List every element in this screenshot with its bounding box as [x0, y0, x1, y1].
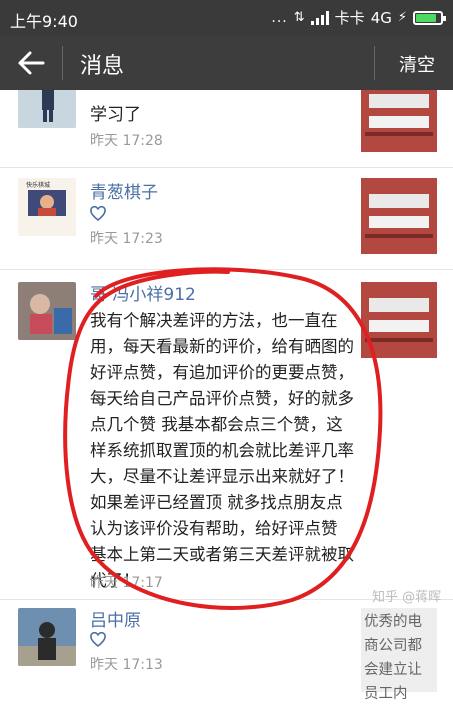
post-thumbnail[interactable]: [361, 178, 437, 254]
message-text: 学习了: [90, 105, 141, 125]
avatar-caption: 快乐棋城: [26, 182, 51, 189]
arrow-left-icon[interactable]: [16, 49, 46, 77]
list-item[interactable]: 学习了 昨天 17:28: [0, 90, 453, 168]
sender-name[interactable]: 哥 冯小祥912: [90, 280, 196, 305]
page-title: 消息: [80, 54, 125, 79]
post-thumbnail[interactable]: [361, 282, 437, 358]
sender-name[interactable]: 吕中原: [90, 606, 141, 631]
status-bar: 上午9:40 ... ⇅ 卡卡 4G ⚡: [0, 0, 453, 36]
avatar[interactable]: [18, 282, 76, 340]
post-thumbnail[interactable]: [361, 90, 437, 152]
app-bar-divider-right: [374, 46, 375, 80]
status-time: 上午9:40: [10, 12, 78, 31]
avatar[interactable]: [18, 90, 76, 128]
charging-icon: ⚡: [397, 10, 407, 25]
heart-icon: [90, 206, 106, 221]
list-item[interactable]: 快乐棋城 青葱棋子 昨天 17:23: [0, 168, 453, 270]
sender-name[interactable]: 青葱棋子: [90, 178, 158, 203]
message-time: 昨天 17:28: [90, 133, 163, 149]
post-thumbnail-text[interactable]: 优秀的电商公司都会建立让员工内: [361, 608, 437, 702]
heart-icon: [90, 632, 106, 647]
sender-name-prefix: 哥: [90, 285, 107, 305]
data-arrows-icon: ⇅: [293, 10, 305, 25]
message-list[interactable]: 学习了 昨天 17:28 快乐棋城 青葱棋子 昨天 17:23 哥 冯小祥912…: [0, 90, 453, 704]
notification-dots: ...: [271, 9, 288, 26]
watermark: 知乎 @蒋晖: [372, 590, 442, 605]
message-time: 昨天 17:23: [90, 231, 163, 247]
message-time: 昨天 17:17: [90, 575, 163, 591]
network-type: 4G: [370, 8, 392, 27]
comment-body: 我有个解决差评的方法，也一直在用，每天看最新的评价，给有晒图的好评点赞，有追加评…: [90, 311, 354, 590]
avatar[interactable]: [18, 608, 76, 666]
battery-icon: [413, 10, 446, 25]
signal-icon: [310, 10, 329, 25]
message-time: 昨天 17:13: [90, 657, 163, 673]
battery-fill: [416, 13, 436, 22]
clear-button[interactable]: 清空: [399, 51, 435, 77]
list-item[interactable]: 吕中原 昨天 17:13 优秀的电商公司都会建立让员工内: [0, 600, 453, 704]
app-bar: 消息 清空: [0, 36, 453, 90]
sender-name-text: 冯小祥912: [112, 285, 196, 305]
list-item[interactable]: 哥 冯小祥912 我有个解决差评的方法，也一直在用，每天看最新的评价，给有晒图的…: [0, 270, 453, 600]
status-icons: ... ⇅ 卡卡 4G ⚡: [271, 7, 446, 28]
app-bar-divider: [62, 46, 63, 80]
carrier-label: 卡卡: [334, 9, 365, 27]
